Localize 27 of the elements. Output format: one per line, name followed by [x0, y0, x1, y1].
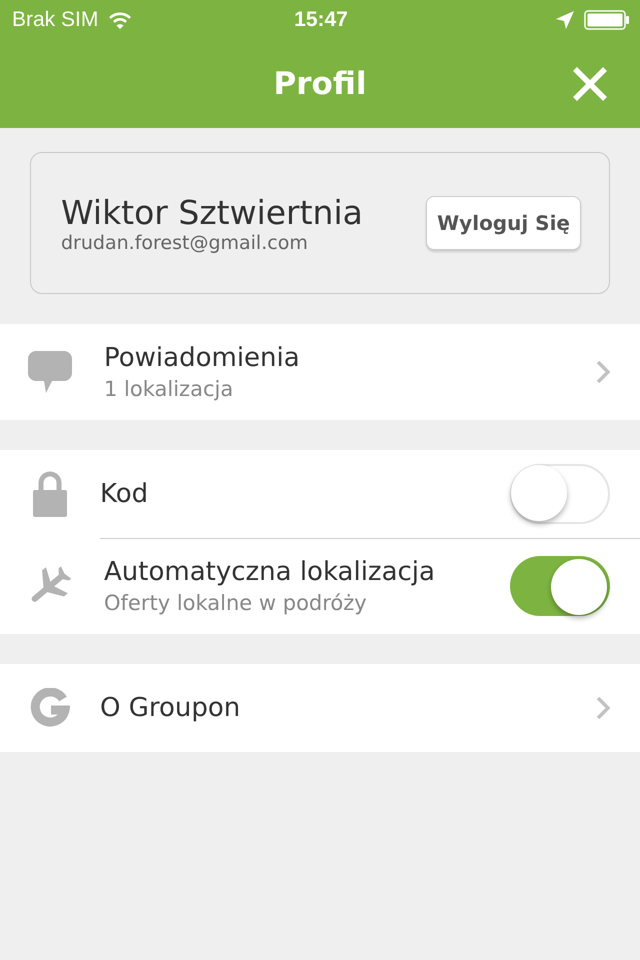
row-title: Powiadomienia [104, 343, 301, 373]
location-arrow-icon [556, 11, 574, 29]
toggle-switch[interactable] [510, 556, 610, 616]
speech-bubble-icon [28, 351, 72, 393]
toggle-switch[interactable] [510, 464, 610, 524]
battery-icon [584, 10, 630, 30]
wifi-icon [108, 11, 132, 29]
row-subtitle: Oferty lokalne w podróży [104, 591, 368, 615]
settings-row[interactable]: Powiadomienia 1 lokalizacja [0, 324, 640, 420]
user-name: Wiktor Sztwiertnia [61, 192, 364, 232]
settings-row[interactable]: Kod [0, 450, 640, 538]
close-button[interactable] [572, 66, 608, 102]
carrier-label: Brak SIM [12, 8, 98, 32]
user-email: drudan.forest@gmail.com [61, 232, 309, 254]
screen-title: Profil [274, 66, 366, 102]
chevron-right-icon [596, 696, 610, 720]
logout-button[interactable]: Wyloguj Się [426, 196, 581, 250]
groupon-logo-icon [30, 688, 70, 728]
row-title: Automatyczna lokalizacja [104, 557, 436, 587]
row-subtitle: 1 lokalizacja [104, 377, 234, 401]
row-title: Kod [100, 479, 150, 509]
row-title: O Groupon [100, 693, 242, 723]
settings-row[interactable]: Automatyczna lokalizacja Oferty lokalne w podróży [0, 538, 640, 634]
chevron-right-icon [596, 360, 610, 384]
clock-time: 15:47 [294, 8, 348, 32]
settings-row[interactable]: O Groupon [0, 664, 640, 752]
padlock-icon [33, 471, 67, 517]
